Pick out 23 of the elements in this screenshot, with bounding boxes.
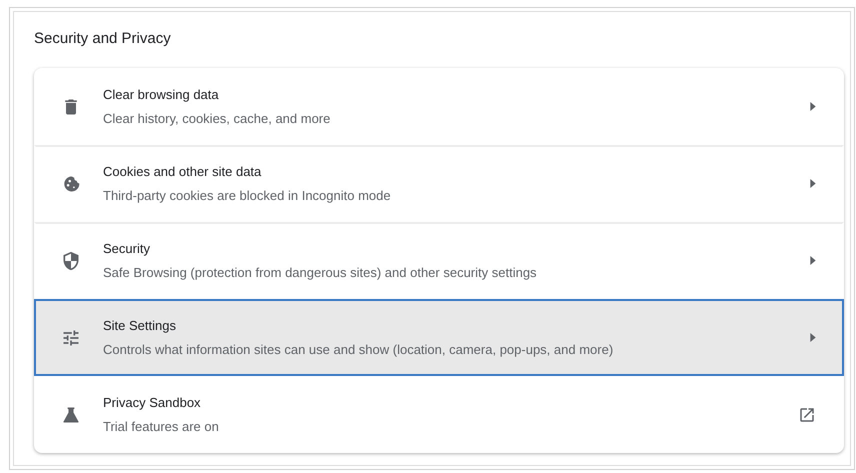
section-title: Security and Privacy — [34, 29, 172, 49]
row-subtitle: Clear history, cookies, cache, and more — [103, 110, 332, 128]
row-subtitle: Controls what information sites can use and show (location, camera, pop-ups, and more) — [103, 341, 614, 359]
row-title: Security — [103, 240, 151, 258]
row-title: Privacy Sandbox — [103, 394, 202, 412]
settings-row[interactable]: Clear browsing data Clear history, cookies, cache, and more — [34, 68, 844, 145]
caret-icon — [810, 256, 816, 265]
settings-row[interactable]: Site Settings Controls what information sites can use and show (location, camera, pop-ups, and more) — [34, 299, 844, 376]
caret-icon — [810, 333, 816, 342]
row-title: Cookies and other site data — [103, 162, 262, 180]
sliders-icon — [61, 328, 81, 348]
shield-icon — [61, 250, 81, 270]
row-title: Clear browsing data — [103, 86, 220, 104]
settings-row[interactable]: Cookies and other site data Third-party cookies are blocked in Incognito mode — [34, 145, 844, 222]
caret-icon — [810, 179, 816, 188]
row-subtitle: Trial features are on — [103, 418, 220, 436]
row-subtitle: Safe Browsing (protection from dangerous sites) and other security settings — [103, 264, 538, 282]
settings-row[interactable]: Privacy Sandbox Trial features are on — [34, 376, 844, 453]
row-subtitle: Third-party cookies are blocked in Incognito mode — [103, 187, 392, 205]
flask-icon — [61, 404, 81, 424]
external-link-icon — [798, 406, 816, 424]
caret-icon — [810, 102, 816, 111]
row-title: Site Settings — [103, 316, 177, 335]
